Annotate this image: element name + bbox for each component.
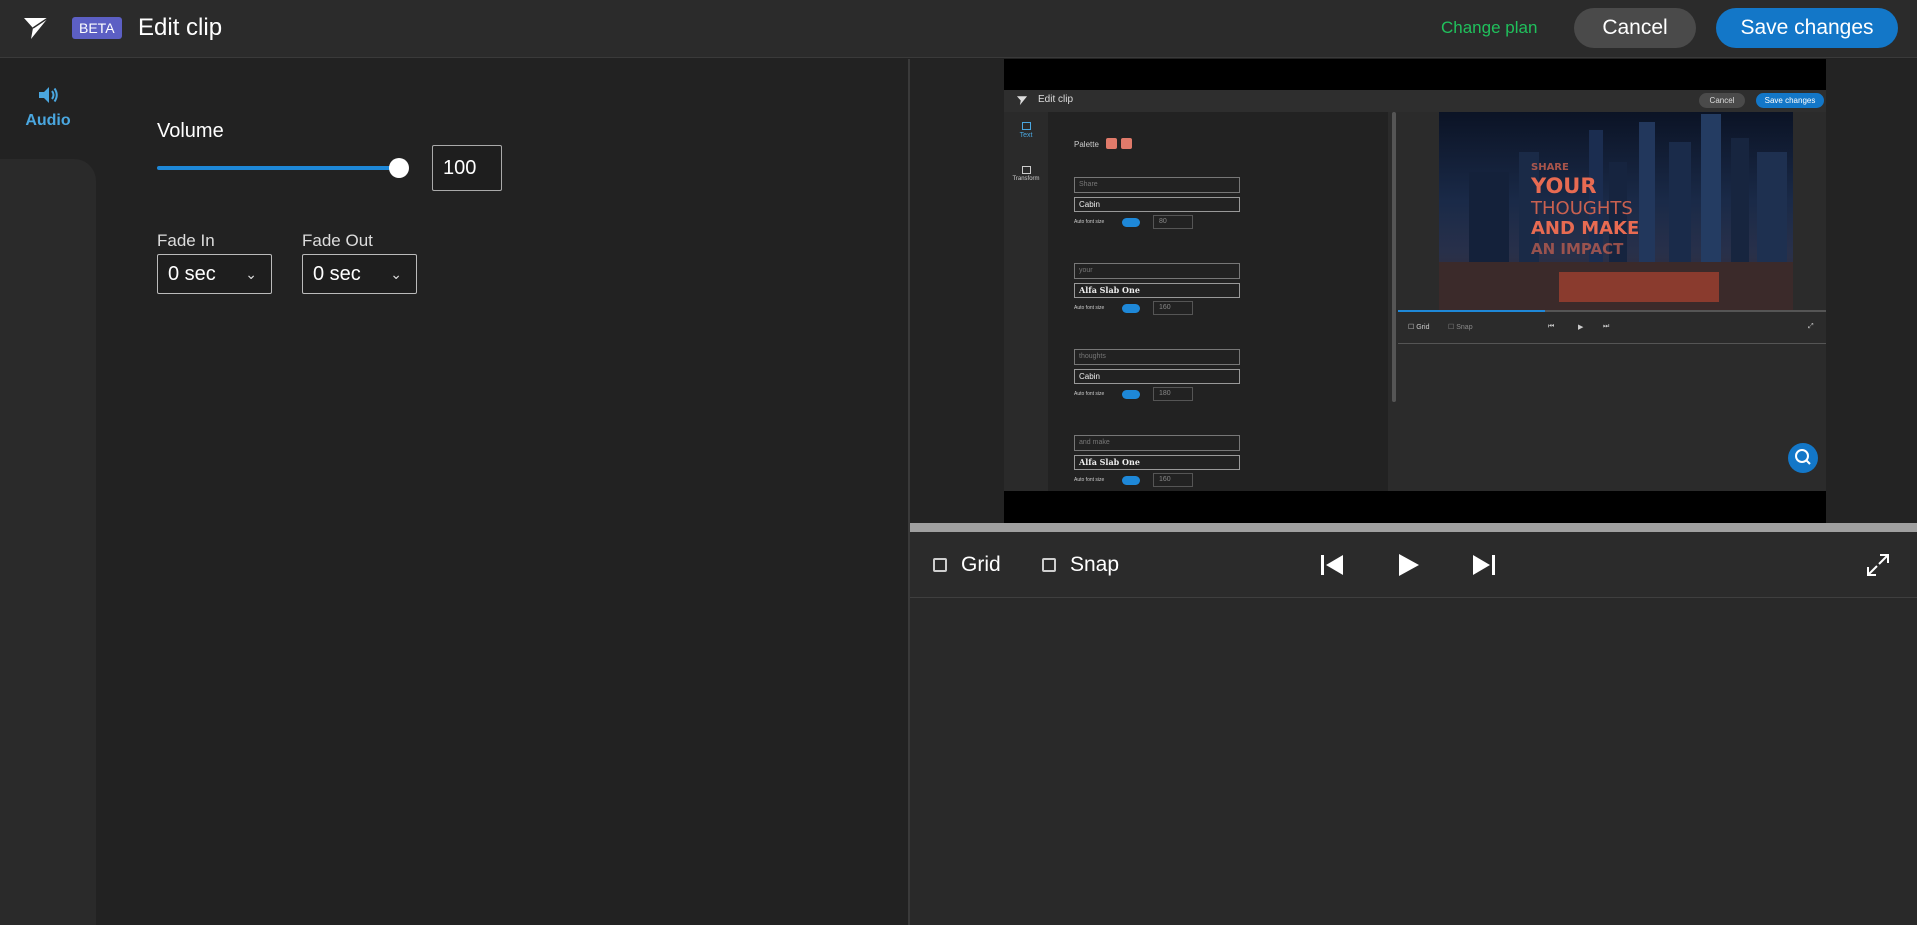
skip-to-start-icon[interactable] <box>1318 551 1346 579</box>
preview-field: and make <box>1074 435 1240 451</box>
page-title: Edit clip <box>138 14 223 41</box>
chevron-down-icon: ⌄ <box>390 266 402 282</box>
preview-toggle <box>1122 218 1140 227</box>
preview-size: 160 <box>1153 301 1193 315</box>
grid-checkbox[interactable] <box>933 558 947 572</box>
timeline-scrub-bar[interactable] <box>910 523 1917 532</box>
preview-tab-text-label: Text <box>1019 132 1033 139</box>
sidebar-item-label: Audio <box>25 112 71 129</box>
preview-font-select: Alfa Slab One <box>1074 455 1240 470</box>
speaker-volume-icon <box>39 87 58 103</box>
snap-checkbox[interactable] <box>1042 558 1056 572</box>
overlay-line: SHARE <box>1531 162 1569 173</box>
palette-swatch <box>1121 138 1132 149</box>
skip-to-start-icon: ⏮ <box>1548 323 1555 330</box>
text-tab-icon <box>1021 122 1031 130</box>
preview-toggle <box>1122 476 1140 485</box>
overlay-line: YOUR <box>1531 174 1597 198</box>
nested-snap: ☐ Snap <box>1448 324 1473 331</box>
zoom-magnifier-icon <box>1788 443 1818 473</box>
preview-tab-transform-label: Transform <box>1012 176 1040 182</box>
fade-out-label: Fade Out <box>302 231 373 250</box>
preview-toggle <box>1122 390 1140 399</box>
nested-video-preview: SHARE YOUR THOUGHTS AND MAKE AN IMPACT <box>1439 112 1793 312</box>
preview-scrollbar <box>1392 112 1396 402</box>
preview-size: 180 <box>1153 387 1193 401</box>
preview-toggle <box>1122 304 1140 313</box>
cancel-button[interactable]: Cancel <box>1574 8 1696 48</box>
traffic-lights <box>1559 272 1719 302</box>
preview-auto-label: Auto font size <box>1074 391 1105 397</box>
palette-swatch <box>1106 138 1117 149</box>
fade-out-select[interactable]: 0 sec ⌄ <box>302 254 417 294</box>
volume-slider-track[interactable] <box>157 166 400 170</box>
preview-auto-label: Auto font size <box>1074 477 1105 483</box>
fade-out-value: 0 sec <box>313 263 361 285</box>
preview-tab-transform: Transform <box>1006 166 1046 182</box>
preview-tab-text: Text <box>1008 122 1044 139</box>
volume-slider-thumb[interactable] <box>389 158 409 178</box>
overlay-line: AN IMPACT <box>1531 240 1624 258</box>
preview-field: thoughts <box>1074 349 1240 365</box>
preview-title: Edit clip <box>1038 94 1074 105</box>
preview-cancel: Cancel <box>1699 93 1745 108</box>
preview-auto-label: Auto font size <box>1074 219 1105 225</box>
change-plan-link[interactable]: Change plan <box>1441 18 1537 38</box>
chevron-down-icon: ⌄ <box>245 266 257 282</box>
preview-save: Save changes <box>1756 93 1824 108</box>
grid-label[interactable]: Grid <box>961 553 1001 577</box>
preview-palette-label: Palette <box>1074 140 1099 149</box>
expand-fullscreen-icon: ⤢ <box>1808 323 1814 330</box>
play-icon: ▶ <box>1578 324 1584 331</box>
save-changes-button[interactable]: Save changes <box>1716 8 1898 48</box>
paper-plane-logo-icon <box>1016 96 1028 106</box>
preview-font-select: Cabin <box>1074 197 1240 212</box>
fade-in-label: Fade In <box>157 231 215 250</box>
sidebar-rail <box>0 159 96 925</box>
preview-field: Share <box>1074 177 1240 193</box>
preview-frame-content: Edit clip Cancel Save changes Text Trans… <box>1004 90 1826 491</box>
skip-to-end-icon[interactable] <box>1470 551 1498 579</box>
nested-controls: ☐ Grid ☐ Snap ⏮ ▶ ⏭ ⤢ <box>1398 312 1826 344</box>
video-preview[interactable]: Edit clip Cancel Save changes Text Trans… <box>1004 59 1826 523</box>
preview-field: your <box>1074 263 1240 279</box>
play-icon[interactable] <box>1394 551 1422 579</box>
preview-font-select: Cabin <box>1074 369 1240 384</box>
expand-fullscreen-icon[interactable] <box>1865 552 1891 578</box>
skip-to-end-icon: ⏭ <box>1603 323 1610 330</box>
fade-in-value: 0 sec <box>168 263 216 285</box>
overlay-line: AND MAKE <box>1531 218 1640 239</box>
preview-size: 80 <box>1153 215 1193 229</box>
preview-size: 160 <box>1153 473 1193 487</box>
volume-label: Volume <box>157 120 224 142</box>
snap-label[interactable]: Snap <box>1070 553 1119 577</box>
fade-in-select[interactable]: 0 sec ⌄ <box>157 254 272 294</box>
nested-grid: ☐ Grid <box>1408 324 1430 331</box>
paper-plane-logo-icon[interactable] <box>22 15 50 41</box>
preview-font-select: Alfa Slab One <box>1074 283 1240 298</box>
transform-tab-icon <box>1021 166 1031 174</box>
magnifier-icon <box>1795 449 1811 465</box>
overlay-line: THOUGHTS <box>1531 198 1633 219</box>
volume-input[interactable]: 100 <box>432 145 502 191</box>
preview-auto-label: Auto font size <box>1074 305 1105 311</box>
sidebar-item-audio[interactable]: Audio <box>0 84 96 140</box>
beta-badge: BETA <box>72 17 122 39</box>
